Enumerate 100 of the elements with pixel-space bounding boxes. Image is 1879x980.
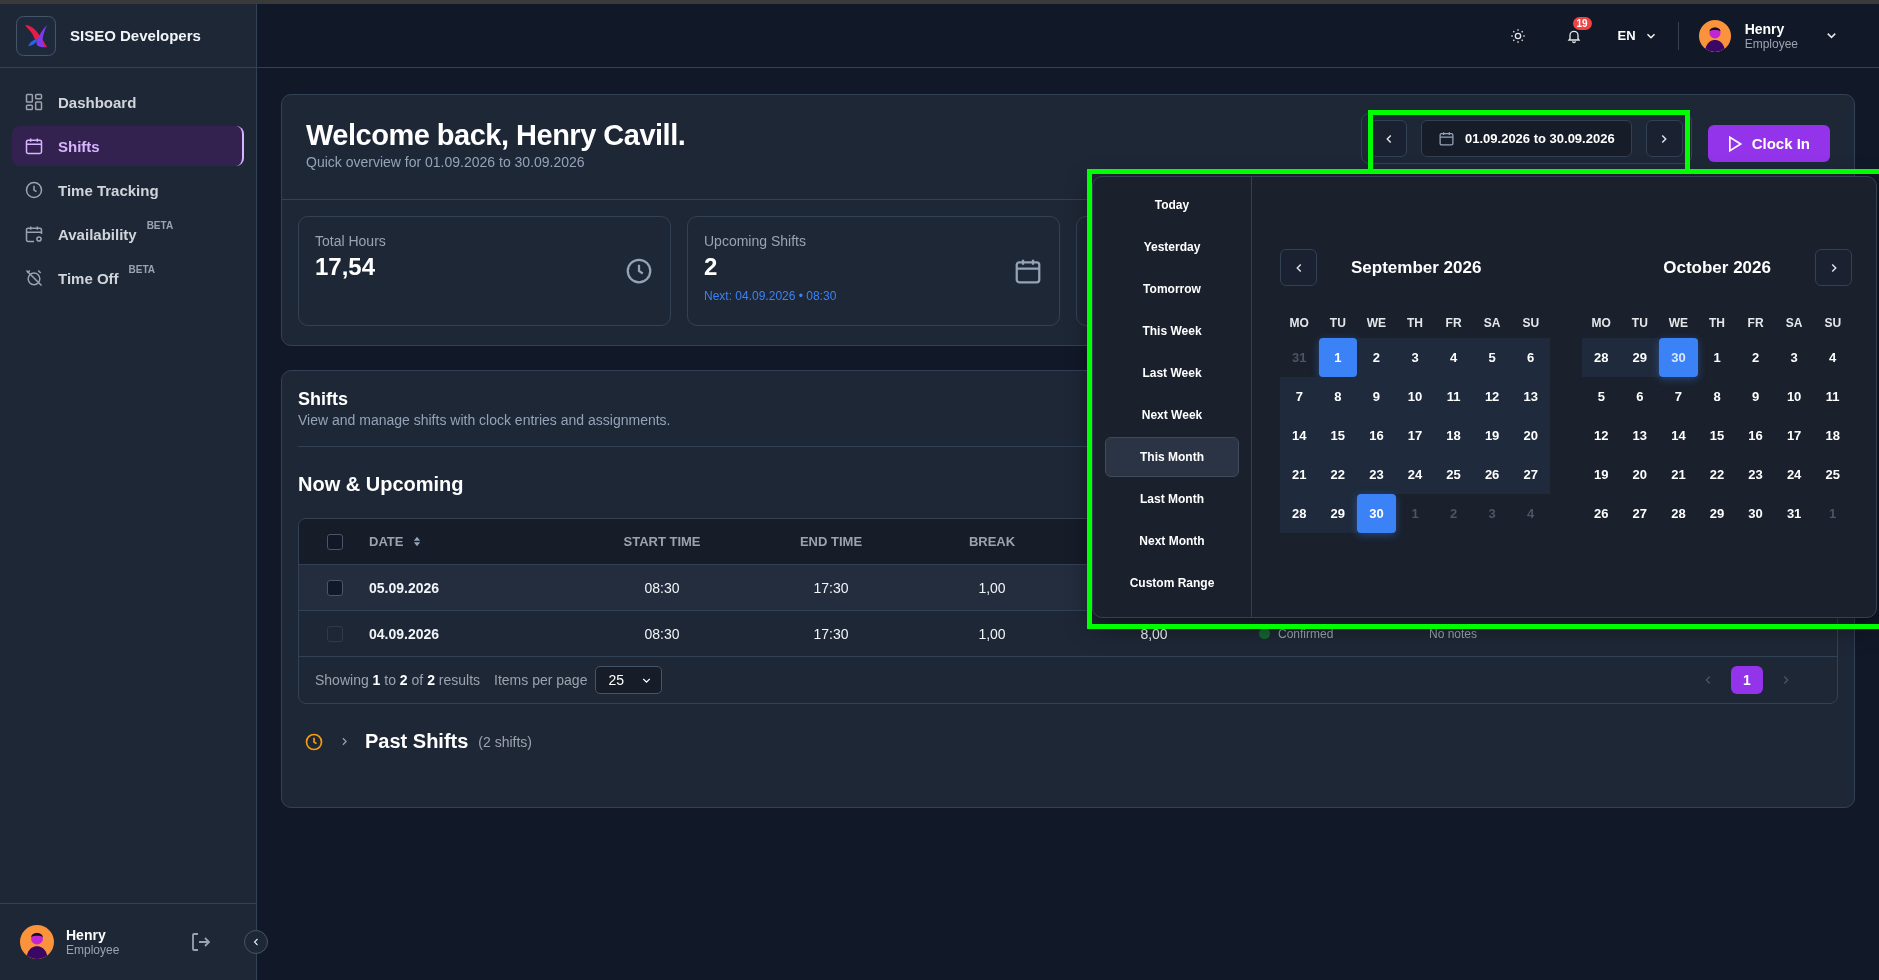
calendar-day[interactable]: 6: [1511, 338, 1550, 377]
weekday-label: TU: [1328, 315, 1347, 332]
calendar-day[interactable]: 2: [1357, 338, 1396, 377]
calendar-day[interactable]: 20: [1511, 416, 1550, 455]
clock-in-button[interactable]: Clock In: [1707, 125, 1830, 162]
status-text: Confirmed: [1278, 626, 1334, 641]
date-range-button[interactable]: 01.09.2026 to 30.09.2026: [1421, 120, 1632, 157]
table-cell-text: 1,00: [977, 625, 1007, 642]
calendar-day[interactable]: 7: [1280, 377, 1319, 416]
table-cell-text: 8,00: [1139, 625, 1169, 642]
items-per-page-select[interactable]: 25: [595, 666, 662, 694]
preset-option[interactable]: This Month: [1105, 437, 1239, 477]
calendar-day[interactable]: 1: [1697, 338, 1737, 377]
calendar-day[interactable]: 23: [1736, 455, 1775, 494]
calendar-day[interactable]: 8: [1697, 377, 1737, 416]
nav-item[interactable]: Shifts: [12, 126, 244, 166]
calendar-day[interactable]: 27: [1511, 455, 1550, 494]
preset-option[interactable]: Today: [1105, 185, 1239, 225]
calendar-day[interactable]: 5: [1472, 338, 1512, 377]
calendar-day[interactable]: 18: [1434, 416, 1473, 455]
calendar-day[interactable]: 21: [1280, 455, 1319, 494]
calendar-day[interactable]: 26: [1472, 455, 1512, 494]
calendar-day[interactable]: 20: [1620, 455, 1660, 494]
column-header[interactable]: DATE: [369, 534, 577, 549]
calendar-day[interactable]: 3: [1395, 338, 1435, 377]
nav-item[interactable]: Time Off $^{BETA}$: [12, 258, 244, 298]
calendar-day[interactable]: 12: [1472, 377, 1512, 416]
calendar-day[interactable]: 8: [1318, 377, 1358, 416]
calendar-day[interactable]: 11: [1813, 377, 1852, 416]
calendar-day[interactable]: 15: [1318, 416, 1358, 455]
section-title: Shifts: [298, 389, 348, 410]
calendar-day[interactable]: 10: [1395, 377, 1435, 416]
calendar-day[interactable]: 28: [1659, 494, 1698, 533]
calendar-day[interactable]: 19: [1472, 416, 1512, 455]
calendar-day[interactable]: 25: [1813, 455, 1852, 494]
calendar-day[interactable]: 19: [1582, 455, 1621, 494]
preset-option[interactable]: Tomorrow: [1105, 269, 1239, 309]
calendar-day[interactable]: 4: [1813, 338, 1852, 377]
calendar-day[interactable]: 30: [1357, 494, 1396, 533]
calendar-day[interactable]: 27: [1620, 494, 1660, 533]
calendar-day[interactable]: 16: [1736, 416, 1775, 455]
preset-option[interactable]: Last Month: [1105, 479, 1239, 519]
calendar-day[interactable]: 13: [1620, 416, 1660, 455]
stat-label: Total Hours: [315, 233, 386, 249]
calendar-day[interactable]: 9: [1357, 377, 1396, 416]
calendar-day[interactable]: 21: [1659, 455, 1698, 494]
preset-option[interactable]: Next Week: [1105, 395, 1239, 435]
past-shifts-title[interactable]: Past Shifts: [365, 730, 469, 753]
page-button[interactable]: 1: [1731, 666, 1763, 694]
calendar-day[interactable]: 30: [1736, 494, 1775, 533]
calendar-day[interactable]: 2: [1736, 338, 1775, 377]
nav-item[interactable]: Time Tracking: [12, 170, 244, 210]
calendar-day[interactable]: 14: [1659, 416, 1698, 455]
calendar-day[interactable]: 31: [1774, 494, 1814, 533]
calendar-day[interactable]: 28: [1582, 338, 1621, 377]
preset-option[interactable]: Next Month: [1105, 521, 1239, 561]
nav-item[interactable]: Dashboard: [12, 82, 244, 122]
user-name: Henry: [1744, 20, 1786, 37]
calendar-day[interactable]: 22: [1697, 455, 1737, 494]
calendar-day[interactable]: 14: [1280, 416, 1319, 455]
table-cell-text: 17:30: [812, 625, 850, 642]
calendar-day[interactable]: 3: [1774, 338, 1814, 377]
column-header: END TIME: [798, 534, 864, 549]
preset-option[interactable]: Custom Range: [1105, 563, 1239, 603]
calendar-day[interactable]: 25: [1434, 455, 1473, 494]
calendar-day[interactable]: 7: [1659, 377, 1698, 416]
calendar-day[interactable]: 9: [1736, 377, 1775, 416]
calendar-day[interactable]: 22: [1318, 455, 1358, 494]
calendar-day[interactable]: 24: [1774, 455, 1814, 494]
stat-label: Upcoming Shifts: [704, 233, 806, 249]
calendar-day[interactable]: 29: [1620, 338, 1660, 377]
calendar-day[interactable]: 4: [1434, 338, 1473, 377]
calendar-day[interactable]: 29: [1697, 494, 1737, 533]
notification-badge: 19: [1572, 16, 1592, 30]
calendar-day[interactable]: 15: [1697, 416, 1737, 455]
calendar-day[interactable]: 12: [1582, 416, 1621, 455]
calendar-day[interactable]: 1: [1318, 338, 1358, 377]
calendar-day[interactable]: 17: [1774, 416, 1814, 455]
calendar-day[interactable]: 10: [1774, 377, 1814, 416]
calendar-day[interactable]: 24: [1395, 455, 1435, 494]
preset-option[interactable]: Yesterday: [1105, 227, 1239, 267]
calendar-day[interactable]: 17: [1395, 416, 1435, 455]
weekday-label: TH: [1406, 315, 1424, 332]
calendar-day[interactable]: 28: [1280, 494, 1319, 533]
weekday-label: TH: [1708, 315, 1726, 332]
calendar-day[interactable]: 11: [1434, 377, 1473, 416]
calendar-day[interactable]: 26: [1582, 494, 1621, 533]
calendar-day[interactable]: 18: [1813, 416, 1852, 455]
preset-option[interactable]: Last Week: [1105, 353, 1239, 393]
preset-option[interactable]: This Week: [1105, 311, 1239, 351]
calendar-day[interactable]: 16: [1357, 416, 1396, 455]
calendar-day[interactable]: 29: [1318, 494, 1358, 533]
calendar-day[interactable]: 13: [1511, 377, 1550, 416]
table-cell-text: 05.09.2026: [369, 579, 441, 596]
calendar-day[interactable]: 5: [1582, 377, 1621, 416]
table-cell-text: 08:30: [643, 579, 681, 596]
language-select[interactable]: EN: [1617, 28, 1658, 43]
calendar-day[interactable]: 23: [1357, 455, 1396, 494]
calendar-day[interactable]: 6: [1620, 377, 1660, 416]
nav-item[interactable]: Availability $^{BETA}$: [12, 214, 244, 254]
